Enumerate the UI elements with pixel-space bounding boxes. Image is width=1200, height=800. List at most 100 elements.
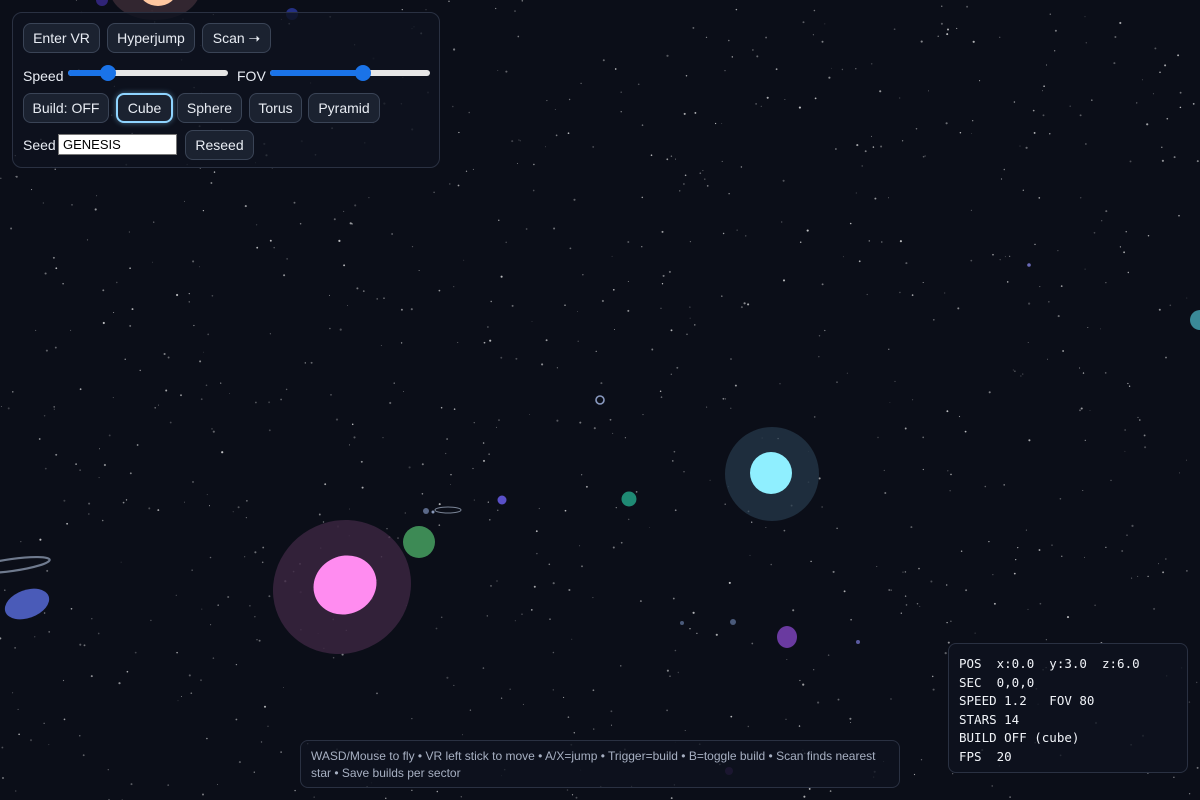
background-star bbox=[999, 36, 1001, 38]
build-toggle-button[interactable]: Build: OFF bbox=[23, 93, 109, 123]
background-star bbox=[861, 165, 863, 167]
background-star bbox=[183, 501, 186, 503]
background-star bbox=[411, 789, 413, 791]
background-star bbox=[1059, 498, 1062, 500]
background-star bbox=[200, 398, 203, 401]
background-star bbox=[689, 317, 691, 319]
background-star bbox=[888, 197, 889, 199]
background-star bbox=[498, 419, 500, 421]
background-star bbox=[268, 401, 271, 404]
background-star bbox=[721, 295, 723, 297]
background-star bbox=[254, 551, 257, 554]
background-star bbox=[129, 324, 132, 327]
background-star bbox=[944, 292, 946, 294]
background-star bbox=[530, 609, 533, 611]
background-star bbox=[20, 540, 22, 543]
hyperjump-button[interactable]: Hyperjump bbox=[107, 23, 195, 53]
speed-slider-thumb[interactable] bbox=[100, 65, 116, 81]
background-star bbox=[627, 241, 630, 243]
background-star bbox=[661, 230, 664, 233]
background-star bbox=[318, 513, 321, 516]
background-star bbox=[947, 641, 950, 644]
background-star bbox=[620, 665, 622, 667]
background-star bbox=[463, 259, 465, 261]
background-star bbox=[808, 787, 811, 790]
shape-sphere-button[interactable]: Sphere bbox=[177, 93, 242, 123]
shape-torus-button[interactable]: Torus bbox=[249, 93, 302, 123]
speed-slider[interactable] bbox=[68, 65, 228, 81]
background-star bbox=[472, 467, 474, 470]
background-star bbox=[609, 418, 612, 421]
fov-slider[interactable] bbox=[270, 65, 430, 81]
background-star bbox=[1087, 327, 1089, 329]
background-star bbox=[333, 218, 336, 221]
control-panel: Enter VR Hyperjump Scan ➝ Speed FOV Buil… bbox=[12, 12, 440, 168]
background-star bbox=[12, 692, 14, 694]
background-star bbox=[421, 463, 424, 466]
fov-slider-thumb[interactable] bbox=[354, 65, 371, 81]
background-star bbox=[410, 308, 413, 311]
background-star bbox=[922, 155, 925, 158]
background-star bbox=[585, 485, 588, 488]
background-star bbox=[546, 100, 548, 102]
background-star bbox=[31, 189, 33, 191]
background-star bbox=[158, 404, 160, 406]
background-star bbox=[14, 647, 16, 649]
background-star bbox=[496, 426, 497, 428]
shape-cube-button[interactable]: Cube bbox=[116, 93, 173, 123]
background-star bbox=[267, 725, 269, 727]
background-star bbox=[946, 33, 949, 36]
background-star bbox=[904, 571, 907, 573]
seed-input[interactable] bbox=[58, 134, 177, 155]
background-star bbox=[304, 362, 306, 364]
background-star bbox=[46, 569, 49, 572]
background-star bbox=[752, 49, 754, 51]
background-star bbox=[1188, 701, 1191, 703]
background-star bbox=[380, 344, 382, 346]
enter-vr-button[interactable]: Enter VR bbox=[23, 23, 100, 53]
reseed-button[interactable]: Reseed bbox=[185, 130, 254, 160]
background-star bbox=[824, 329, 826, 332]
background-star bbox=[946, 621, 948, 624]
background-star bbox=[532, 189, 535, 192]
background-star bbox=[1091, 99, 1093, 101]
background-star bbox=[694, 324, 696, 326]
background-star bbox=[620, 111, 622, 113]
background-star bbox=[505, 241, 507, 244]
background-star bbox=[1020, 375, 1022, 377]
background-star bbox=[817, 701, 820, 704]
background-star bbox=[193, 324, 195, 327]
background-star bbox=[118, 682, 121, 685]
background-star bbox=[500, 697, 503, 699]
background-star bbox=[1069, 105, 1071, 108]
background-star bbox=[743, 302, 746, 305]
background-star bbox=[1027, 342, 1029, 344]
background-star bbox=[1015, 558, 1017, 561]
background-star bbox=[1131, 577, 1133, 579]
background-star bbox=[782, 179, 785, 182]
background-star bbox=[731, 56, 733, 58]
background-star bbox=[855, 192, 857, 194]
background-star bbox=[1125, 231, 1127, 233]
background-star bbox=[188, 674, 191, 677]
background-star bbox=[167, 784, 170, 786]
background-star bbox=[293, 201, 296, 204]
background-star bbox=[256, 246, 259, 249]
shape-pyramid-button[interactable]: Pyramid bbox=[308, 93, 380, 123]
background-star bbox=[1033, 131, 1036, 134]
background-star bbox=[103, 463, 106, 467]
background-star bbox=[849, 717, 852, 720]
background-star bbox=[858, 260, 861, 263]
background-star bbox=[740, 166, 743, 168]
background-star bbox=[1038, 549, 1041, 551]
background-star bbox=[97, 632, 100, 635]
background-star bbox=[992, 574, 994, 576]
background-star bbox=[157, 509, 160, 512]
background-star bbox=[1041, 90, 1043, 92]
background-star bbox=[627, 309, 630, 312]
background-star bbox=[487, 326, 489, 328]
moon-tiny bbox=[431, 510, 435, 514]
background-star bbox=[1177, 54, 1180, 57]
scan-button[interactable]: Scan ➝ bbox=[202, 23, 271, 53]
background-star bbox=[517, 35, 520, 38]
